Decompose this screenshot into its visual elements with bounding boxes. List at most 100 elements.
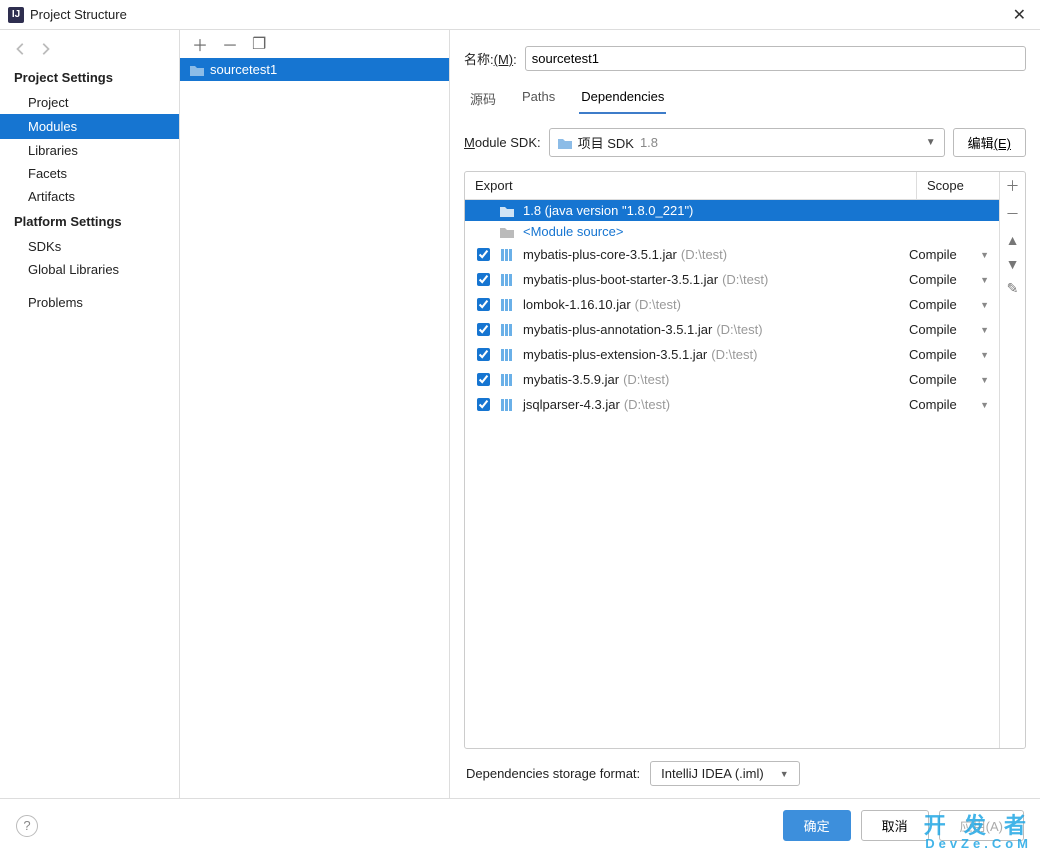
library-icon [499,323,515,337]
back-icon[interactable] [14,42,28,59]
nav-item-sdks[interactable]: SDKs [0,235,179,258]
module-detail-panel: 名称:(M): 源码PathsDependencies Module SDK: … [450,30,1040,798]
scope-select[interactable]: Compile▼ [909,397,989,412]
titlebar: IJ Project Structure ✕ [0,0,1040,30]
library-icon [499,298,515,312]
chevron-down-icon: ▼ [980,250,989,260]
export-checkbox[interactable] [477,398,490,411]
chevron-down-icon: ▼ [980,325,989,335]
dependency-row[interactable]: lombok-1.16.10.jar(D:\test) Compile▼ [465,292,999,317]
platform-settings-header: Platform Settings [0,208,179,235]
edit-sdk-button[interactable]: 编辑(E) [953,128,1026,157]
scope-select[interactable]: Compile▼ [909,347,989,362]
dependency-name: jsqlparser-4.3.jar(D:\test) [523,397,901,412]
dependency-row[interactable]: mybatis-plus-annotation-3.5.1.jar(D:\tes… [465,317,999,342]
module-tabs: 源码 Paths Dependencies [464,83,1026,114]
module-row-sourcetest1[interactable]: sourcetest1 [180,58,449,81]
tab-dependencies[interactable]: Dependencies [579,83,666,114]
nav-item-global-libraries[interactable]: Global Libraries [0,258,179,281]
dependency-row[interactable]: mybatis-plus-boot-starter-3.5.1.jar(D:\t… [465,267,999,292]
export-checkbox[interactable] [477,273,490,286]
dialog-footer: ? 确定 取消 应用(A) 开 发 者 DevZe.CoM [0,798,1040,852]
nav-back-forward [0,36,179,64]
module-name-input[interactable] [525,46,1026,71]
move-down-icon[interactable]: ▼ [1006,256,1020,272]
tab-paths[interactable]: Paths [520,83,557,114]
library-icon [499,348,515,362]
dependency-name: 1.8 (java version "1.8.0_221") [523,203,901,218]
tab-源码[interactable]: 源码 [468,83,498,114]
scope-select[interactable]: Compile▼ [909,372,989,387]
cancel-button[interactable]: 取消 [861,810,929,841]
nav-item-facets[interactable]: Facets [0,162,179,185]
edit-dep-icon[interactable]: ✎ [1007,280,1019,297]
chevron-down-icon: ▼ [980,375,989,385]
library-icon [499,373,515,387]
module-toolbar: ＋ － ❐ [180,30,449,58]
name-label: 名称:(M): [464,49,517,68]
dependency-row[interactable]: mybatis-plus-core-3.5.1.jar(D:\test) Comp… [465,242,999,267]
nav-problems[interactable]: Problems [0,291,179,314]
dependency-name: lombok-1.16.10.jar(D:\test) [523,297,901,312]
watermark: 开 发 者 DevZe.CoM [924,815,1032,850]
nav-item-libraries[interactable]: Libraries [0,139,179,162]
add-dep-icon[interactable]: ＋ [1006,176,1020,196]
dependency-row[interactable]: 1.8 (java version "1.8.0_221") [465,200,999,221]
dependency-name: mybatis-plus-annotation-3.5.1.jar(D:\tes… [523,322,901,337]
dependency-row[interactable]: mybatis-plus-extension-3.5.1.jar(D:\test… [465,342,999,367]
scope-select[interactable]: Compile▼ [909,297,989,312]
export-checkbox[interactable] [477,298,490,311]
forward-icon[interactable] [38,42,52,59]
nav-item-project[interactable]: Project [0,91,179,114]
module-sdk-select[interactable]: 项目 SDK 1.8 ▼ [549,128,945,157]
dependency-name: mybatis-3.5.9.jar(D:\test) [523,372,901,387]
library-icon [499,248,515,262]
app-icon: IJ [8,7,24,23]
chevron-down-icon: ▼ [980,300,989,310]
folder-icon [499,226,515,238]
scope-header: Scope [917,172,999,199]
module-name: sourcetest1 [210,62,277,77]
export-checkbox[interactable] [477,323,490,336]
dependency-name: mybatis-plus-boot-starter-3.5.1.jar(D:\t… [523,272,901,287]
library-icon [499,398,515,412]
dependencies-table: Export Scope 1.8 (java version "1.8.0_22… [465,172,999,748]
scope-select[interactable]: Compile▼ [909,247,989,262]
export-checkbox[interactable] [477,248,490,261]
module-list-panel: ＋ － ❐ sourcetest1 [180,30,450,798]
folder-icon [499,205,515,217]
storage-format-label: Dependencies storage format: [466,766,640,781]
dependency-name: <Module source> [523,224,901,239]
left-nav: Project Settings ProjectModulesLibraries… [0,30,180,798]
nav-item-artifacts[interactable]: Artifacts [0,185,179,208]
storage-format-select[interactable]: IntelliJ IDEA (.iml) ▼ [650,761,800,786]
chevron-down-icon: ▼ [780,769,789,779]
add-module-icon[interactable]: ＋ [192,32,208,56]
export-header: Export [465,172,917,199]
move-up-icon[interactable]: ▲ [1006,232,1020,248]
dependency-row[interactable]: <Module source> [465,221,999,242]
scope-select[interactable]: Compile▼ [909,272,989,287]
chevron-down-icon: ▼ [980,275,989,285]
dependency-name: mybatis-plus-core-3.5.1.jar(D:\test) [523,247,901,262]
ok-button[interactable]: 确定 [783,810,851,841]
remove-module-icon[interactable]: － [222,32,238,56]
help-icon[interactable]: ? [16,815,38,837]
sdk-folder-icon [558,137,572,149]
remove-dep-icon[interactable]: － [1006,204,1020,224]
chevron-down-icon: ▼ [980,350,989,360]
dependencies-side-toolbar: ＋ － ▲ ▼ ✎ [999,172,1025,748]
export-checkbox[interactable] [477,348,490,361]
scope-select[interactable]: Compile▼ [909,322,989,337]
chevron-down-icon: ▼ [980,400,989,410]
close-icon[interactable]: ✕ [1007,5,1032,25]
dependency-row[interactable]: jsqlparser-4.3.jar(D:\test) Compile▼ [465,392,999,417]
project-settings-header: Project Settings [0,64,179,91]
copy-module-icon[interactable]: ❐ [252,34,266,54]
dependency-row[interactable]: mybatis-3.5.9.jar(D:\test) Compile▼ [465,367,999,392]
library-icon [499,273,515,287]
chevron-down-icon: ▼ [926,137,936,148]
window-title: Project Structure [30,7,1007,22]
nav-item-modules[interactable]: Modules [0,114,179,139]
export-checkbox[interactable] [477,373,490,386]
